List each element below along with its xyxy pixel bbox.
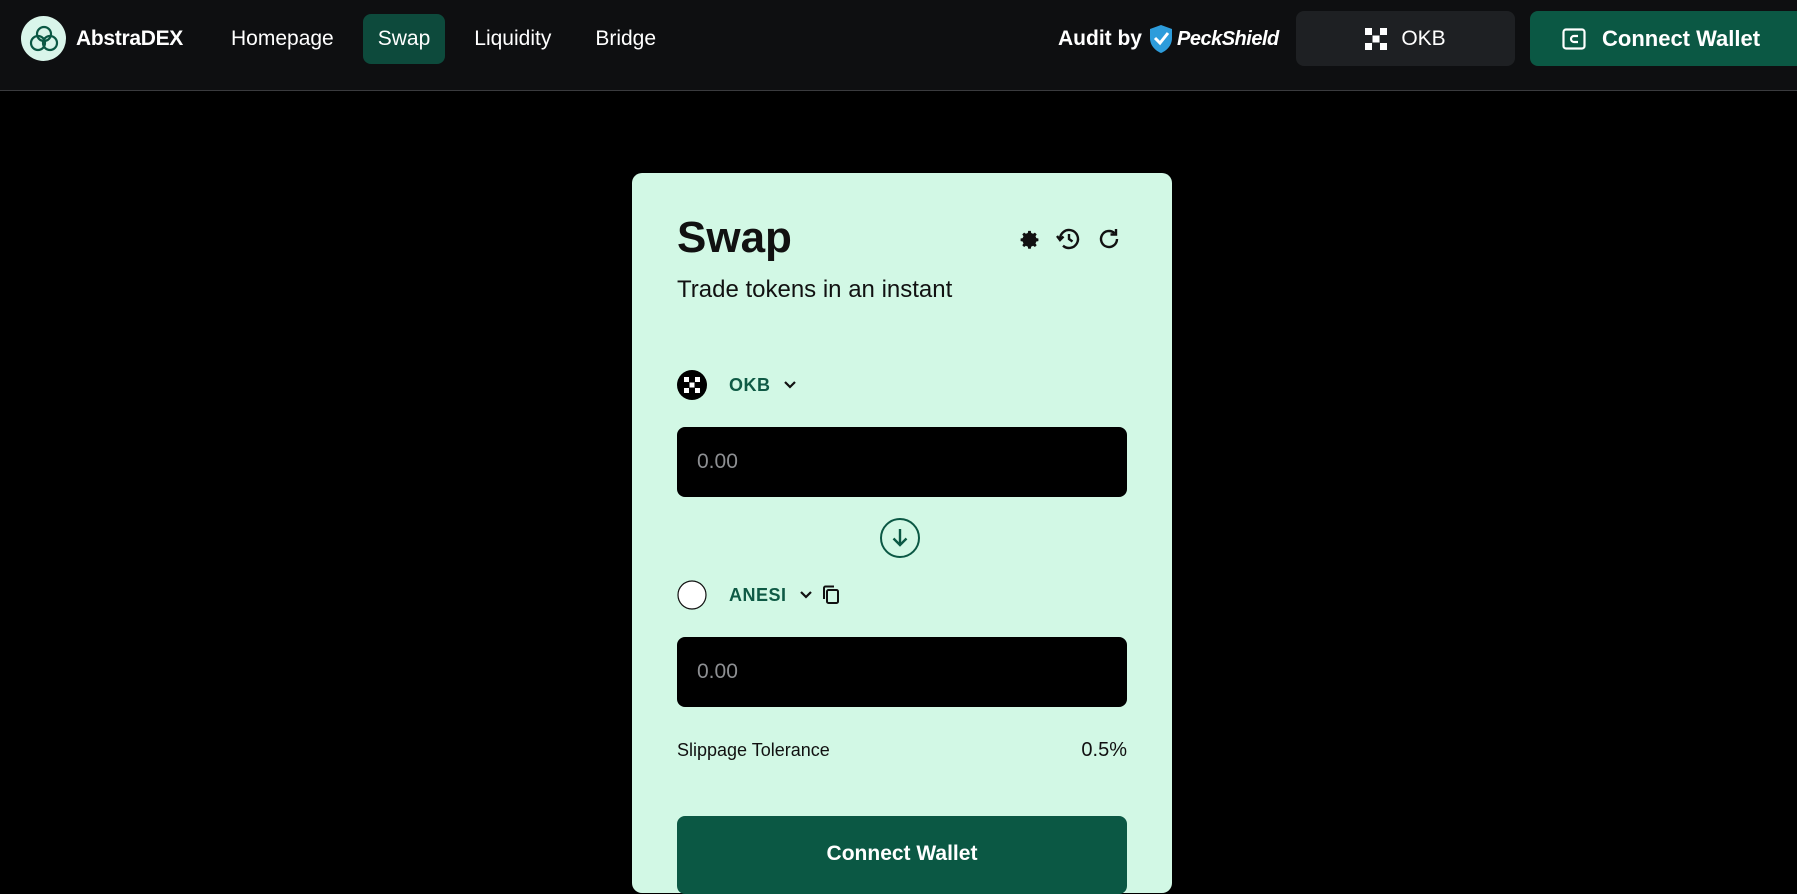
brand-name: AbstraDEX bbox=[76, 26, 183, 50]
swap-connect-wallet-button[interactable]: Connect Wallet bbox=[677, 816, 1127, 894]
arrow-down-icon bbox=[892, 529, 908, 547]
copy-icon[interactable] bbox=[821, 585, 841, 605]
swap-actions bbox=[1015, 225, 1135, 253]
okb-icon bbox=[1365, 27, 1388, 50]
connect-wallet-button[interactable]: Connect Wallet bbox=[1530, 11, 1797, 66]
top-bar: AbstraDEX Homepage Swap Liquidity Bridge… bbox=[0, 0, 1797, 91]
to-token-name: ANESI bbox=[729, 584, 787, 605]
audit-label: Audit by bbox=[1058, 27, 1142, 50]
from-amount-input[interactable] bbox=[677, 427, 1127, 497]
from-token-selector[interactable]: OKB bbox=[677, 370, 797, 400]
nav-liquidity[interactable]: Liquidity bbox=[459, 14, 566, 64]
refresh-icon[interactable] bbox=[1095, 225, 1123, 253]
peckshield-logo: PeckShield bbox=[1148, 24, 1279, 54]
nav-bridge[interactable]: Bridge bbox=[580, 14, 671, 64]
swap-direction-button[interactable] bbox=[880, 518, 920, 558]
nav-swap[interactable]: Swap bbox=[362, 14, 446, 64]
main-nav: Homepage Swap Liquidity Bridge bbox=[216, 14, 685, 64]
nav-homepage[interactable]: Homepage bbox=[216, 14, 349, 64]
auditor-name: PeckShield bbox=[1177, 27, 1279, 50]
history-icon[interactable] bbox=[1055, 225, 1083, 253]
chevron-down-icon bbox=[799, 591, 812, 599]
okb-token-icon bbox=[677, 370, 707, 400]
from-token-name: OKB bbox=[729, 374, 771, 395]
shield-icon bbox=[1150, 25, 1172, 53]
connect-wallet-label: Connect Wallet bbox=[1602, 25, 1761, 51]
wallet-icon bbox=[1562, 27, 1586, 50]
to-token-selector[interactable]: ANESI bbox=[677, 580, 841, 610]
audit-badge[interactable]: Audit by PeckShield bbox=[1058, 20, 1279, 58]
brand-mark-icon bbox=[21, 16, 66, 61]
slippage-label: Slippage Tolerance bbox=[677, 740, 830, 760]
network-selector-button[interactable]: OKB bbox=[1296, 11, 1515, 66]
swap-subtitle: Trade tokens in an instant bbox=[677, 276, 953, 303]
network-label: OKB bbox=[1401, 26, 1446, 50]
swap-card: Swap Trade tokens in an instant OKB 0.00… bbox=[632, 173, 1172, 894]
chevron-down-icon bbox=[783, 381, 796, 389]
to-amount-input[interactable] bbox=[677, 637, 1127, 707]
brand-logo[interactable]: AbstraDEX bbox=[21, 16, 183, 61]
slippage-value[interactable]: 0.5% bbox=[1081, 739, 1127, 762]
swap-title: Swap bbox=[677, 213, 792, 262]
settings-icon[interactable] bbox=[1015, 225, 1043, 253]
anesi-token-icon bbox=[677, 580, 707, 610]
